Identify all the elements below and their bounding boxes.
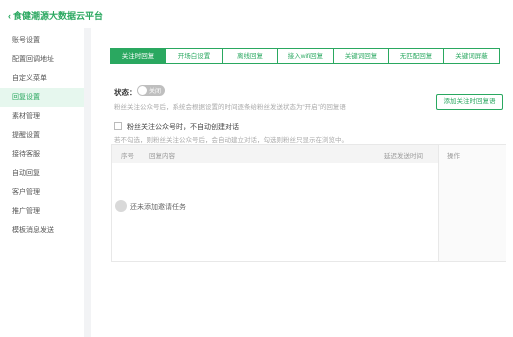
sidebar-item-customer-management[interactable]: 客户管理	[0, 183, 84, 202]
sidebar-item-auto-reply[interactable]: 自动回复	[0, 164, 84, 183]
toggle-knob	[138, 86, 147, 95]
status-label: 状态：	[114, 88, 137, 97]
checkbox-hint: 若不勾选，则粉丝关注公众号后，会自动建立对话，勾选则粉丝只显示在浏览中。	[114, 137, 348, 144]
empty-state-icon	[115, 200, 127, 212]
checkbox-label: 粉丝关注公众号时，不自动创建对话	[127, 124, 239, 131]
tab-no-match-reply[interactable]: 无匹配回复	[388, 48, 444, 64]
main-panel: 关注时回复 开场白设置 离线回复 接入wifi回复 关键词回复 无匹配回复 关键…	[91, 28, 513, 337]
tab-wifi-reply[interactable]: 接入wifi回复	[277, 48, 334, 64]
platform-title: 食健潮源大数据云平台	[13, 11, 104, 21]
toggle-text: 关闭	[149, 89, 162, 95]
sidebar-item-reminder-settings[interactable]: 提醒设置	[0, 126, 84, 145]
tab-keyword-reply[interactable]: 关键词回复	[333, 48, 389, 64]
operations-column: 操作	[438, 145, 506, 261]
reply-tabs: 关注时回复 开场白设置 离线回复 接入wifi回复 关键词回复 无匹配回复 关键…	[110, 48, 500, 64]
sidebar-item-promotion[interactable]: 推广管理	[0, 202, 84, 221]
tab-offline-reply[interactable]: 离线回复	[222, 48, 278, 64]
sidebar: 账号设置 配置回调地址 自定义菜单 回复设置 素材管理 提醒设置 接待客服 自动…	[0, 28, 84, 337]
chevron-left-icon: ‹	[8, 11, 11, 21]
status-hint: 粉丝关注公众号后，系统会根据设置的时间逐条给粉丝发送状态为“开启”的回复语	[114, 104, 346, 111]
back-link[interactable]: ‹ 食健潮源大数据云平台	[8, 9, 103, 22]
tab-opening-settings[interactable]: 开场白设置	[165, 48, 223, 64]
column-content: 回复内容	[149, 153, 175, 160]
sidebar-item-materials[interactable]: 素材管理	[0, 107, 84, 126]
sidebar-item-custom-menu[interactable]: 自定义菜单	[0, 69, 84, 88]
column-ops: 操作	[447, 153, 460, 160]
sidebar-item-customer-service[interactable]: 接待客服	[0, 145, 84, 164]
sidebar-item-callback-url[interactable]: 配置回调地址	[0, 50, 84, 69]
tab-follow-reply[interactable]: 关注时回复	[110, 48, 166, 64]
tab-keyword-block[interactable]: 关键词屏蔽	[443, 48, 500, 64]
table-header: 序号 回复内容 延迟发送时间	[112, 145, 438, 163]
empty-state-text: 还未添加邀请任务	[130, 204, 186, 211]
column-delay: 延迟发送时间	[384, 153, 423, 160]
top-bar: ‹ 食健潮源大数据云平台	[0, 0, 513, 28]
add-follow-reply-button[interactable]: 添加关注时回复语	[436, 94, 503, 110]
column-seq: 序号	[121, 153, 134, 160]
reply-table: 序号 回复内容 延迟发送时间 操作 还未添加邀请任务	[111, 144, 506, 262]
no-auto-dialog-checkbox[interactable]	[114, 122, 122, 130]
sidebar-item-template-message[interactable]: 模板消息发送	[0, 221, 84, 240]
sidebar-item-account-settings[interactable]: 账号设置	[0, 31, 84, 50]
sidebar-item-reply-settings[interactable]: 回复设置	[0, 88, 84, 107]
status-toggle[interactable]: 关闭	[137, 85, 165, 96]
